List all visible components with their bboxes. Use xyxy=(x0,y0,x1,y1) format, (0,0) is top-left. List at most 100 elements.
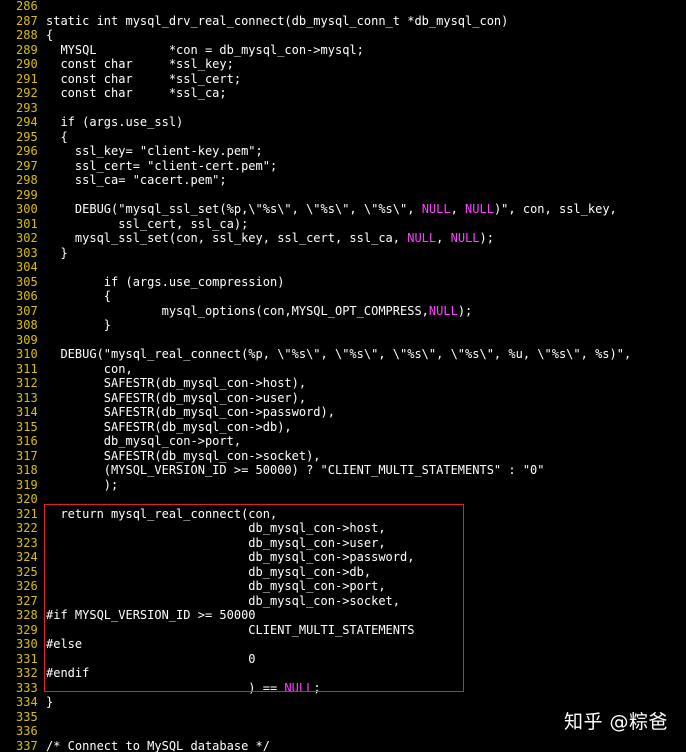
line-number: 288 xyxy=(16,28,38,42)
line-number: 303 xyxy=(16,245,38,260)
line-text: return mysql_real_connect(con, xyxy=(46,507,277,522)
null-keyword: NULL xyxy=(407,231,437,245)
line-text: db_mysql_con->host, xyxy=(46,521,386,536)
code-token: ); xyxy=(46,477,119,492)
code-area[interactable]: 286 287 static int mysql_drv_real_connect(… xyxy=(0,0,686,752)
line-text: mysql_ssl_set(con, ssl_key, ssl_cert, ss… xyxy=(46,231,494,246)
line-text: ssl_cert, ssl_ca); xyxy=(46,217,248,232)
code-line: 326 db_mysql_con->port, xyxy=(0,579,686,594)
code-token: } xyxy=(46,245,68,260)
code-line: 314 SAFESTR(db_mysql_con->password), xyxy=(0,405,686,420)
line-number: 301 xyxy=(16,216,38,231)
line-number: 295 xyxy=(16,129,38,144)
code-line: 293 xyxy=(0,101,686,116)
code-token: (MYSQL_VERSION_ID >= 50000) ? "CLIENT_MU… xyxy=(46,463,545,477)
code-line: 305 if (args.use_compression) xyxy=(0,275,686,290)
code-line: 307 mysql_options(con,MYSQL_OPT_COMPRESS… xyxy=(0,304,686,319)
line-text: const char *ssl_key; xyxy=(46,57,233,72)
line-text: } xyxy=(46,695,53,710)
line-text: const char *ssl_cert; xyxy=(46,72,241,87)
line-number: 290 xyxy=(16,57,38,71)
code-token: db_mysql_con->password, xyxy=(46,550,415,564)
line-text: #if MYSQL_VERSION_ID >= 50000 xyxy=(46,608,256,623)
line-number: 332 xyxy=(16,666,38,680)
code-line: 323 db_mysql_con->user, xyxy=(0,536,686,551)
code-line: 315 SAFESTR(db_mysql_con->db), xyxy=(0,420,686,435)
line-number: 336 xyxy=(16,724,38,738)
line-number: 287 xyxy=(16,13,38,28)
line-number: 323 xyxy=(16,535,38,550)
code-line: 332 #endif xyxy=(0,666,686,681)
code-line: 309 xyxy=(0,333,686,348)
code-token: ssl_ca= "cacert.pem"; xyxy=(46,173,227,187)
line-number: 329 xyxy=(16,622,38,637)
line-text: db_mysql_con->port, xyxy=(46,579,386,594)
line-number: 304 xyxy=(16,260,38,274)
code-line: 331 0 xyxy=(0,652,686,667)
line-text: DEBUG("mysql_real_connect(%p, \"%s\", \"… xyxy=(46,347,631,362)
code-token: ssl_cert, ssl_ca); xyxy=(46,216,249,231)
code-token: const char *ssl_cert; xyxy=(46,71,242,86)
code-token: SAFESTR(db_mysql_con->user), xyxy=(46,390,307,405)
code-line: 319 ); xyxy=(0,478,686,493)
code-line: 299 xyxy=(0,188,686,203)
line-text: db_mysql_con->db, xyxy=(46,565,371,580)
code-line: 317 SAFESTR(db_mysql_con->socket), xyxy=(0,449,686,464)
watermark: 知乎 @粽爸 xyxy=(563,711,668,733)
code-line: 322 db_mysql_con->host, xyxy=(0,521,686,536)
code-token: ; xyxy=(313,680,321,695)
line-text: #else xyxy=(46,637,82,652)
code-line: 318 (MYSQL_VERSION_ID >= 50000) ? "CLIEN… xyxy=(0,463,686,478)
line-number: 309 xyxy=(16,332,38,347)
code-token: SAFESTR(db_mysql_con->host), xyxy=(46,376,307,390)
line-number: 320 xyxy=(16,492,38,506)
code-token: db_mysql_con->host, xyxy=(46,521,386,535)
line-text: ) == NULL; xyxy=(46,680,321,696)
line-text: static int mysql_drv_real_connect(db_mys… xyxy=(46,14,508,29)
code-token: static int mysql_drv_real_connect(db_mys… xyxy=(46,13,509,28)
code-line: 306 { xyxy=(0,289,686,304)
code-line: 330 #else xyxy=(0,637,686,652)
code-token: ssl_key= "client-key.pem"; xyxy=(46,144,263,158)
code-token: if (args.use_compression) xyxy=(46,274,285,289)
code-token: #if MYSQL_VERSION_ID >= 50000 xyxy=(46,608,256,622)
code-token: mysql_ssl_set(con, ssl_key, ssl_cert, ss… xyxy=(46,231,408,245)
line-number: 316 xyxy=(16,434,38,448)
line-number: 306 xyxy=(16,289,38,303)
line-number: 331 xyxy=(16,651,38,666)
line-number: 298 xyxy=(16,173,38,187)
code-token: con, xyxy=(46,361,133,376)
code-line: 286 xyxy=(0,0,686,14)
line-number: 317 xyxy=(16,448,38,463)
code-token: db_mysql_con->port, xyxy=(46,579,386,593)
code-token: ); xyxy=(479,231,494,245)
code-line: 329 CLIENT_MULTI_STATEMENTS xyxy=(0,623,686,638)
code-line: 327 db_mysql_con->socket, xyxy=(0,594,686,609)
code-line: 313 SAFESTR(db_mysql_con->user), xyxy=(0,391,686,406)
line-number: 286 xyxy=(16,0,38,13)
line-number: 330 xyxy=(16,637,38,651)
line-text: if (args.use_ssl) xyxy=(46,115,183,130)
line-text: const char *ssl_ca; xyxy=(46,86,226,101)
code-token: DEBUG("mysql_real_connect(%p, \"%s\", \"… xyxy=(46,347,632,361)
code-token: ssl_cert= "client-cert.pem"; xyxy=(46,158,278,173)
line-number: 289 xyxy=(16,42,38,57)
line-number: 302 xyxy=(16,231,38,245)
code-token: db_mysql_con->user, xyxy=(46,535,386,550)
code-token: { xyxy=(46,289,112,303)
line-text: 0 xyxy=(46,652,255,667)
code-line: 337 /* Connect to MySQL database */ xyxy=(0,739,686,752)
line-number: 291 xyxy=(16,71,38,86)
line-text: } xyxy=(46,245,68,261)
code-line: 291 const char *ssl_cert; xyxy=(0,72,686,87)
code-token: ) == xyxy=(46,680,285,695)
null-keyword: NULL xyxy=(284,680,314,695)
line-text: ); xyxy=(46,478,118,493)
line-number: 308 xyxy=(16,318,38,332)
code-token: } xyxy=(46,318,112,332)
code-token: db_mysql_con->port, xyxy=(46,434,242,448)
code-token: #endif xyxy=(46,666,90,680)
code-token: CLIENT_MULTI_STATEMENTS xyxy=(46,622,415,637)
code-editor[interactable]: 286 287 static int mysql_drv_real_connect(… xyxy=(0,0,686,752)
code-line: 298 ssl_ca= "cacert.pem"; xyxy=(0,173,686,188)
